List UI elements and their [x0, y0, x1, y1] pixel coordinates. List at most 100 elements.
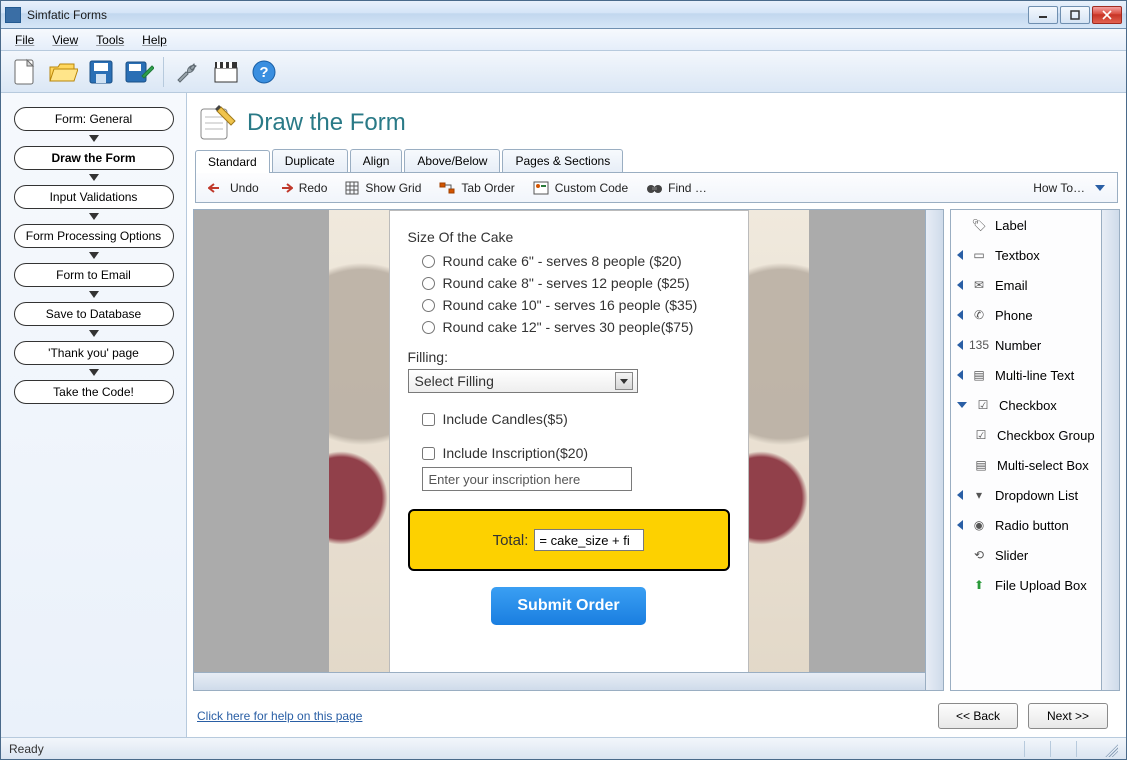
- maximize-button[interactable]: [1060, 6, 1090, 24]
- tab-duplicate[interactable]: Duplicate: [272, 149, 348, 172]
- form-card[interactable]: Size Of the Cake Round cake 6" - serves …: [389, 210, 749, 690]
- wizard-step-email[interactable]: Form to Email: [14, 263, 174, 287]
- palette-item-dropdown[interactable]: ▾Dropdown List: [951, 480, 1101, 510]
- chevron-down-icon: [615, 372, 633, 390]
- palette-item-email[interactable]: ✉Email: [951, 270, 1101, 300]
- wizard-step-draw[interactable]: Draw the Form: [14, 146, 174, 170]
- filling-select[interactable]: Select Filling: [408, 369, 638, 393]
- save-icon: [88, 59, 114, 85]
- palette-item-slider[interactable]: ⟲Slider: [951, 540, 1101, 570]
- filling-label: Filling:: [408, 349, 730, 365]
- slider-icon: ⟲: [971, 547, 987, 563]
- new-button[interactable]: [7, 54, 43, 90]
- wizard-step-validations[interactable]: Input Validations: [14, 185, 174, 209]
- tab-pages-sections[interactable]: Pages & Sections: [502, 149, 623, 172]
- number-icon: 135: [971, 337, 987, 353]
- code-icon: [533, 181, 549, 195]
- tab-standard[interactable]: Standard: [195, 150, 270, 173]
- find-button[interactable]: Find …: [646, 181, 707, 195]
- radio-input[interactable]: [422, 277, 435, 290]
- how-to-dropdown[interactable]: How To…: [1033, 181, 1105, 195]
- wizard-panel: Form: General Draw the Form Input Valida…: [1, 93, 187, 737]
- wrench-icon: [174, 58, 202, 86]
- inscription-input[interactable]: [422, 467, 632, 491]
- size-option-6[interactable]: Round cake 6" - serves 8 people ($20): [422, 253, 730, 269]
- wizard-arrow-icon: [89, 369, 99, 376]
- save-as-button[interactable]: [121, 54, 157, 90]
- tab-align[interactable]: Align: [350, 149, 403, 172]
- redo-button[interactable]: Redo: [277, 181, 328, 195]
- minimize-icon: [1038, 11, 1048, 19]
- radio-input[interactable]: [422, 255, 435, 268]
- next-button[interactable]: Next >>: [1028, 703, 1108, 729]
- open-button[interactable]: [45, 54, 81, 90]
- size-option-10[interactable]: Round cake 10" - serves 16 people ($35): [422, 297, 730, 313]
- menu-view[interactable]: View: [44, 31, 86, 49]
- total-formula-input[interactable]: [534, 529, 644, 551]
- inscription-checkbox-row[interactable]: Include Inscription($20): [422, 445, 730, 461]
- show-grid-button[interactable]: Show Grid: [345, 181, 421, 195]
- label-icon: 🏷: [971, 217, 987, 233]
- palette-item-phone[interactable]: ✆Phone: [951, 300, 1101, 330]
- custom-code-button[interactable]: Custom Code: [533, 181, 628, 195]
- palette-item-checkbox[interactable]: ☑Checkbox: [951, 390, 1101, 420]
- palette-item-number[interactable]: 135Number: [951, 330, 1101, 360]
- wizard-step-thankyou[interactable]: 'Thank you' page: [14, 341, 174, 365]
- radio-input[interactable]: [422, 299, 435, 312]
- menu-help[interactable]: Help: [134, 31, 175, 49]
- close-icon: [1102, 10, 1112, 20]
- element-palette: 🏷Label ▭Textbox ✉Email ✆Phone 135Number …: [950, 209, 1120, 691]
- canvas-horizontal-scrollbar[interactable]: [194, 672, 925, 690]
- size-option-8[interactable]: Round cake 8" - serves 12 people ($25): [422, 275, 730, 291]
- undo-button[interactable]: Undo: [208, 181, 259, 195]
- design-canvas[interactable]: Size Of the Cake Round cake 6" - serves …: [193, 209, 944, 691]
- wizard-step-general[interactable]: Form: General: [14, 107, 174, 131]
- canvas-vertical-scrollbar[interactable]: [925, 210, 943, 690]
- tab-order-button[interactable]: Tab Order: [439, 181, 514, 195]
- multiline-icon: ▤: [971, 367, 987, 383]
- save-as-icon: [124, 58, 154, 86]
- tab-above-below[interactable]: Above/Below: [404, 149, 500, 172]
- maximize-icon: [1070, 10, 1080, 20]
- radio-input[interactable]: [422, 321, 435, 334]
- help-link[interactable]: Click here for help on this page: [197, 709, 362, 723]
- candles-checkbox-row[interactable]: Include Candles($5): [422, 411, 730, 427]
- inscription-checkbox[interactable]: [422, 447, 435, 460]
- palette-item-multiselect[interactable]: ▤Multi-select Box: [951, 450, 1101, 480]
- wizard-step-database[interactable]: Save to Database: [14, 302, 174, 326]
- save-button[interactable]: [83, 54, 119, 90]
- candles-checkbox[interactable]: [422, 413, 435, 426]
- palette-item-fileupload[interactable]: ⬆File Upload Box: [951, 570, 1101, 600]
- help-button[interactable]: ?: [246, 54, 282, 90]
- canvas-background-right: [749, 210, 809, 690]
- menu-file[interactable]: File: [7, 31, 42, 49]
- upload-icon: ⬆: [971, 577, 987, 593]
- settings-button[interactable]: [170, 54, 206, 90]
- size-option-12[interactable]: Round cake 12" - serves 30 people($75): [422, 319, 730, 335]
- filling-selected-text: Select Filling: [415, 373, 494, 389]
- page-header: Draw the Form: [187, 93, 1126, 149]
- total-box: Total:: [408, 509, 730, 571]
- sub-toolbar: Undo Redo Show Grid Tab Order Custom Cod…: [195, 173, 1118, 203]
- palette-item-textbox[interactable]: ▭Textbox: [951, 240, 1101, 270]
- close-button[interactable]: [1092, 6, 1122, 24]
- submit-button[interactable]: Submit Order: [491, 587, 645, 625]
- palette-item-checkbox-group[interactable]: ☑Checkbox Group: [951, 420, 1101, 450]
- wizard-arrow-icon: [89, 330, 99, 337]
- palette-item-multiline[interactable]: ▤Multi-line Text: [951, 360, 1101, 390]
- statusbar: Ready: [1, 737, 1126, 759]
- status-text: Ready: [9, 742, 44, 756]
- help-icon: ?: [250, 58, 278, 86]
- palette-scrollbar[interactable]: [1101, 210, 1119, 690]
- minimize-button[interactable]: [1028, 6, 1058, 24]
- palette-item-radio[interactable]: ◉Radio button: [951, 510, 1101, 540]
- back-button[interactable]: << Back: [938, 703, 1018, 729]
- menu-tools[interactable]: Tools: [88, 31, 132, 49]
- wizard-step-processing[interactable]: Form Processing Options: [14, 224, 174, 248]
- multiselect-icon: ▤: [973, 457, 989, 473]
- wizard-step-takecode[interactable]: Take the Code!: [14, 380, 174, 404]
- palette-item-label[interactable]: 🏷Label: [951, 210, 1101, 240]
- tab-order-icon: [439, 181, 455, 195]
- preview-button[interactable]: [208, 54, 244, 90]
- resize-grip-icon[interactable]: [1102, 741, 1118, 757]
